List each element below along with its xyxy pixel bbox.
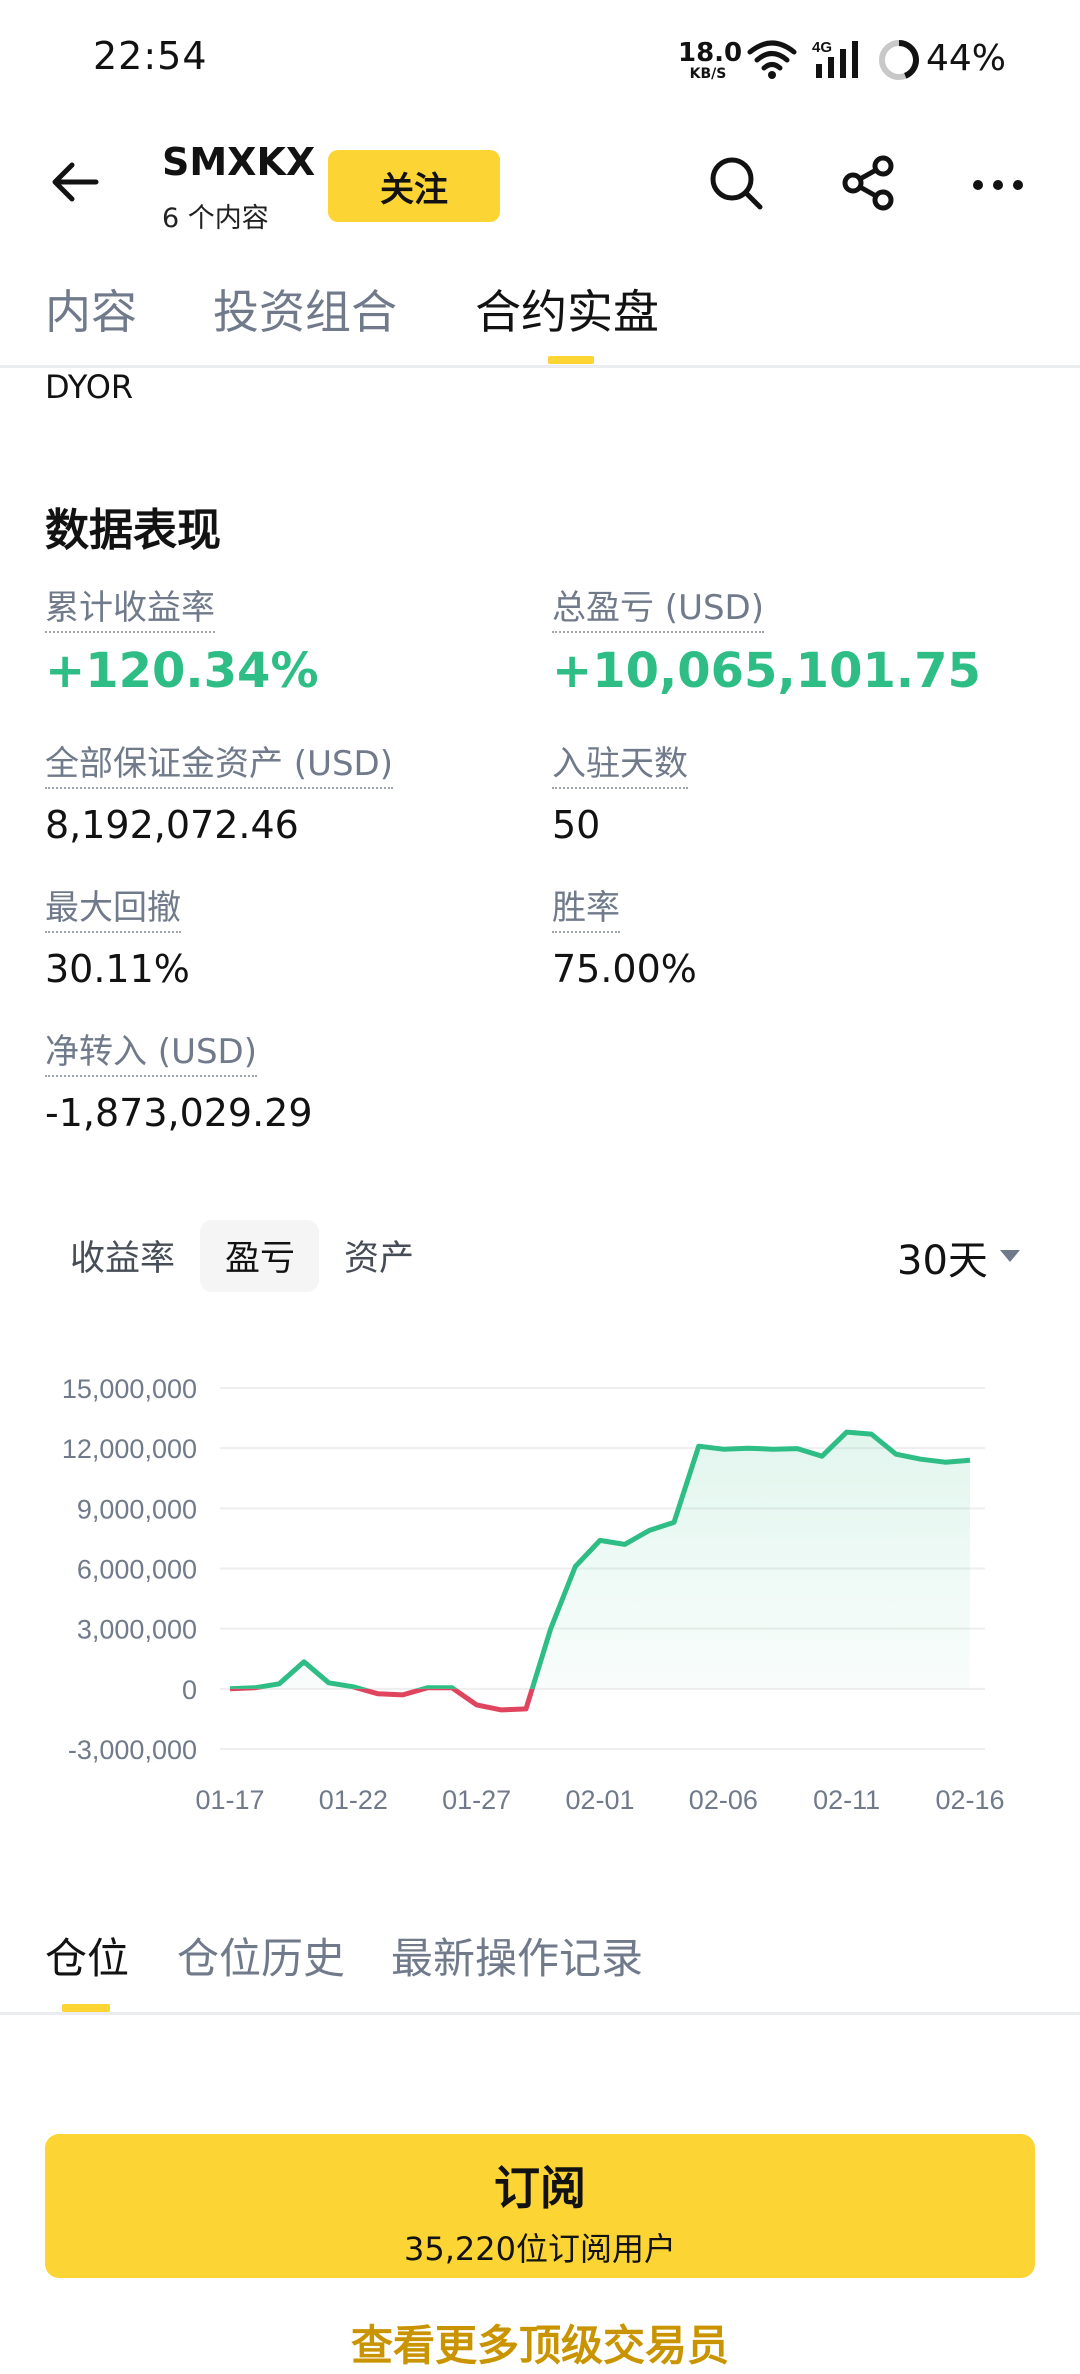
max-drawdown-value: 30.11% bbox=[45, 947, 190, 991]
follow-button[interactable]: 关注 bbox=[328, 150, 500, 222]
bottom-tabs-divider bbox=[0, 2012, 1080, 2015]
wifi-icon bbox=[747, 40, 797, 79]
x-tick-label: 01-27 bbox=[442, 1785, 511, 1815]
more-traders-link[interactable]: 查看更多顶级交易员 bbox=[0, 2312, 1080, 2373]
network-type: 4G bbox=[812, 39, 832, 56]
x-tick-label: 01-17 bbox=[195, 1785, 264, 1815]
x-tick-label: 01-22 bbox=[319, 1785, 388, 1815]
y-tick-label: 6,000,000 bbox=[77, 1555, 197, 1585]
chart-tab-return[interactable]: 收益率 bbox=[70, 1230, 175, 1281]
battery-icon bbox=[879, 40, 919, 80]
net-transfer-label[interactable]: 净转入 (USD) bbox=[45, 1032, 257, 1077]
win-rate-label[interactable]: 胜率 bbox=[552, 888, 620, 933]
status-bar: 22:54 18.0 KB/S 4G 44% bbox=[0, 0, 1080, 120]
x-tick-label: 02-16 bbox=[935, 1785, 1004, 1815]
y-tick-label: 9,000,000 bbox=[77, 1494, 197, 1524]
days-label[interactable]: 入驻天数 bbox=[552, 744, 688, 789]
status-time: 22:54 bbox=[93, 34, 208, 78]
battery-percent: 44% bbox=[926, 38, 1007, 79]
cumulative-return-value: +120.34% bbox=[45, 643, 319, 699]
days-value: 50 bbox=[552, 803, 601, 847]
pnl-chart: 15,000,000 12,000,000 9,000,000 6,000,000 3,… bbox=[62, 1374, 1005, 1815]
period-select[interactable]: 30天 bbox=[897, 1228, 988, 1286]
total-margin-value: 8,192,072.46 bbox=[45, 803, 299, 847]
x-tick-label: 02-11 bbox=[813, 1785, 880, 1815]
tab-position-history[interactable]: 仓位历史 bbox=[177, 1925, 345, 1986]
tab-portfolio[interactable]: 投资组合 bbox=[213, 276, 397, 342]
y-tick-label: 15,000,000 bbox=[62, 1374, 197, 1404]
dyor-text: DYOR bbox=[45, 368, 134, 406]
win-rate-value: 75.00% bbox=[552, 947, 697, 991]
performance-title: 数据表现 bbox=[45, 505, 221, 556]
y-tick-label: -3,000,000 bbox=[68, 1735, 197, 1765]
total-pnl-value: +10,065,101.75 bbox=[552, 643, 981, 699]
tab-latest-operations[interactable]: 最新操作记录 bbox=[391, 1925, 643, 1986]
caret-down-icon[interactable] bbox=[1000, 1250, 1020, 1262]
max-drawdown-label[interactable]: 最大回撤 bbox=[45, 888, 181, 933]
chart-tab-pnl[interactable]: 盈亏 bbox=[225, 1230, 295, 1281]
x-tick-label: 02-06 bbox=[689, 1785, 758, 1815]
back-arrow-icon[interactable] bbox=[50, 160, 100, 204]
subscribe-button[interactable]: 订阅 35,220位订阅用户 bbox=[45, 2134, 1035, 2278]
network-speed: 18.0 KB/S bbox=[678, 38, 743, 82]
tabs-divider bbox=[0, 365, 1080, 368]
active-tab-indicator bbox=[548, 356, 594, 364]
total-margin-label[interactable]: 全部保证金资产 (USD) bbox=[45, 744, 393, 789]
tab-futures-live[interactable]: 合约实盘 bbox=[475, 276, 659, 342]
more-icon[interactable] bbox=[970, 155, 1026, 211]
search-icon[interactable] bbox=[708, 155, 764, 211]
header-title: SMXKX bbox=[162, 140, 316, 184]
network-speed-unit: KB/S bbox=[689, 66, 727, 82]
net-transfer-value: -1,873,029.29 bbox=[45, 1091, 313, 1135]
pnl-area-fill bbox=[230, 1432, 970, 1689]
chart-tab-assets[interactable]: 资产 bbox=[344, 1230, 414, 1281]
x-tick-label: 02-01 bbox=[565, 1785, 634, 1815]
header-subtitle: 6 个内容 bbox=[162, 203, 269, 234]
tab-content[interactable]: 内容 bbox=[45, 276, 137, 342]
cumulative-return-label[interactable]: 累计收益率 bbox=[45, 588, 215, 633]
y-tick-label: 12,000,000 bbox=[62, 1434, 197, 1464]
subscribe-label: 订阅 bbox=[494, 2161, 586, 2215]
total-pnl-label[interactable]: 总盈亏 (USD) bbox=[552, 588, 764, 633]
y-tick-label: 3,000,000 bbox=[77, 1615, 197, 1645]
y-tick-label: 0 bbox=[182, 1675, 197, 1705]
signal-icon: 4G bbox=[812, 39, 858, 78]
active-bottom-tab-indicator bbox=[62, 2004, 110, 2012]
subscriber-count: 35,220位订阅用户 bbox=[404, 2230, 676, 2268]
network-speed-value: 18.0 bbox=[678, 38, 743, 68]
tab-positions[interactable]: 仓位 bbox=[45, 1925, 129, 1986]
share-icon[interactable] bbox=[840, 155, 896, 211]
